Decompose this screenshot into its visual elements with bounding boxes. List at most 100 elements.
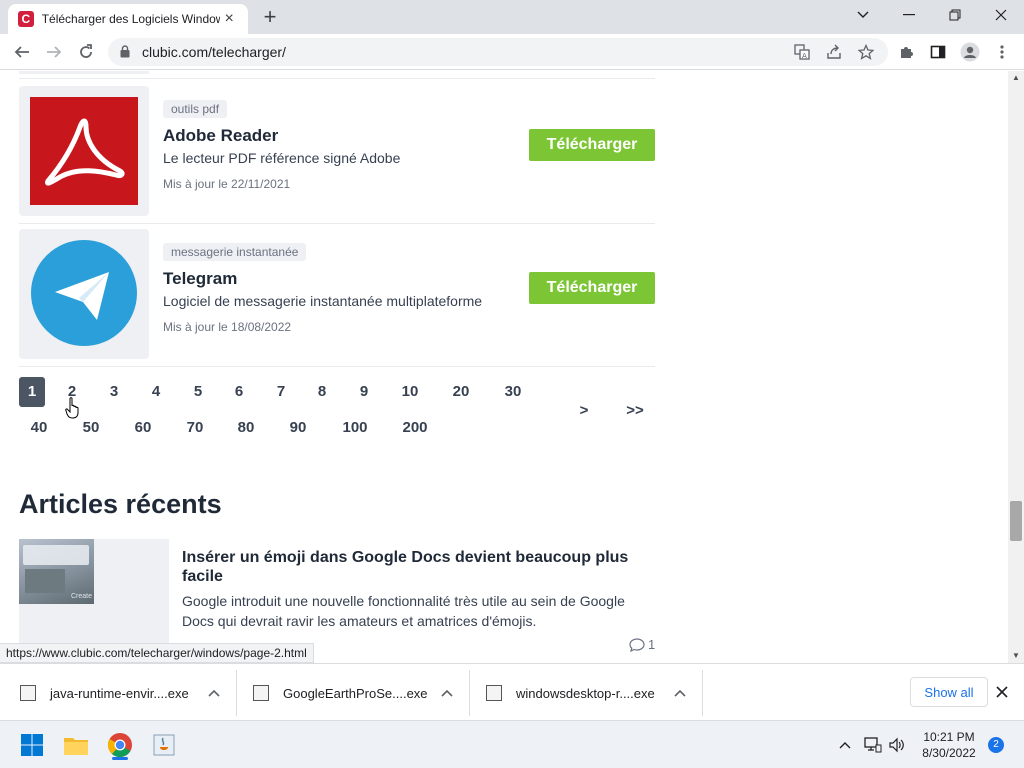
file-icon bbox=[253, 685, 269, 701]
software-name[interactable]: Telegram bbox=[163, 269, 237, 289]
profile-avatar-icon[interactable] bbox=[960, 42, 980, 62]
page-link-70[interactable]: 70 bbox=[182, 413, 208, 443]
software-name[interactable]: Adobe Reader bbox=[163, 126, 278, 146]
show-all-downloads-button[interactable]: Show all bbox=[910, 677, 988, 707]
side-panel-icon[interactable] bbox=[928, 42, 948, 62]
windows-taskbar: 10:21 PM 8/30/2022 2 bbox=[0, 720, 1024, 768]
software-description: Logiciel de messagerie instantanée multi… bbox=[163, 293, 483, 309]
category-tag[interactable]: messagerie instantanée bbox=[163, 243, 307, 261]
page-link-10[interactable]: 10 bbox=[397, 377, 423, 407]
scroll-down-arrow-icon[interactable]: ▼ bbox=[1008, 649, 1024, 663]
bookmark-star-icon[interactable] bbox=[856, 42, 876, 62]
chrome-icon[interactable] bbox=[106, 731, 134, 760]
article-image[interactable]: Create bbox=[19, 539, 94, 604]
status-bar-url: https://www.clubic.com/telecharger/windo… bbox=[0, 643, 314, 663]
article-excerpt: Google introduit une nouvelle fonctionna… bbox=[182, 593, 625, 629]
page-link-80[interactable]: 80 bbox=[233, 413, 259, 443]
page-link-1[interactable]: 1 bbox=[19, 377, 45, 407]
chevron-up-icon[interactable] bbox=[674, 686, 686, 700]
chevron-up-icon[interactable] bbox=[441, 686, 453, 700]
page-scrollbar[interactable]: ▲ ▼ bbox=[1008, 71, 1024, 663]
page-link-50[interactable]: 50 bbox=[78, 413, 104, 443]
updated-date: Mis à jour le 18/08/2022 bbox=[163, 320, 292, 334]
volume-icon[interactable] bbox=[886, 731, 908, 759]
download-button[interactable]: Télécharger bbox=[529, 272, 655, 304]
chevron-up-icon[interactable] bbox=[208, 686, 220, 700]
minimize-button[interactable] bbox=[886, 0, 932, 30]
page-link-20[interactable]: 20 bbox=[448, 377, 474, 407]
back-button[interactable] bbox=[8, 38, 36, 66]
comment-count[interactable]: 1 bbox=[629, 637, 655, 652]
software-thumbnail[interactable] bbox=[19, 229, 149, 359]
download-filename: GoogleEarthProSe....exe bbox=[283, 685, 428, 701]
download-filename: java-runtime-envir....exe bbox=[50, 685, 189, 701]
network-icon[interactable] bbox=[862, 731, 884, 759]
page-link-30[interactable]: 30 bbox=[500, 377, 526, 407]
new-tab-button[interactable]: + bbox=[258, 6, 282, 30]
article-title[interactable]: Insérer un émoji dans Google Docs devien… bbox=[182, 548, 658, 586]
browser-tab[interactable]: C Télécharger des Logiciels Windows × bbox=[8, 4, 248, 34]
page-link-100[interactable]: 100 bbox=[337, 413, 373, 443]
windows-start-icon[interactable] bbox=[18, 731, 46, 759]
updated-date: Mis à jour le 22/11/2021 bbox=[163, 177, 291, 191]
scrollbar-thumb[interactable] bbox=[1010, 501, 1022, 541]
page-link-7[interactable]: 7 bbox=[270, 377, 292, 407]
restore-button[interactable] bbox=[932, 0, 978, 30]
share-icon[interactable] bbox=[824, 42, 844, 62]
scroll-up-arrow-icon[interactable]: ▲ bbox=[1008, 71, 1024, 85]
download-item[interactable]: windowsdesktop-r....exe bbox=[470, 670, 703, 716]
page-link-90[interactable]: 90 bbox=[285, 413, 311, 443]
tab-title: Télécharger des Logiciels Windows bbox=[41, 12, 221, 26]
file-explorer-icon[interactable] bbox=[62, 731, 90, 759]
svg-text:A: A bbox=[802, 52, 807, 60]
download-item[interactable]: java-runtime-envir....exe bbox=[0, 670, 237, 716]
last-page-link[interactable]: >> bbox=[622, 396, 648, 426]
clubic-favicon-icon: C bbox=[18, 11, 34, 27]
page-link-8[interactable]: 8 bbox=[311, 377, 333, 407]
tab-close-icon[interactable]: × bbox=[220, 10, 238, 28]
software-thumbnail[interactable] bbox=[19, 86, 149, 216]
page-link-200[interactable]: 200 bbox=[397, 413, 433, 443]
hand-cursor-icon bbox=[65, 397, 79, 419]
translate-icon[interactable]: A bbox=[792, 42, 812, 62]
screenshot-window bbox=[23, 545, 89, 565]
download-button[interactable]: Télécharger bbox=[529, 129, 655, 161]
category-tag[interactable]: outils pdf bbox=[163, 100, 228, 118]
next-page-link[interactable]: > bbox=[576, 396, 592, 426]
clock-date: 8/30/2022 bbox=[922, 746, 976, 760]
telegram-logo-icon bbox=[31, 240, 137, 346]
tab-search-icon[interactable] bbox=[840, 0, 886, 30]
browser-toolbar: clubic.com/telecharger/ A bbox=[0, 34, 1024, 70]
page-link-9[interactable]: 9 bbox=[353, 377, 375, 407]
close-downloads-icon[interactable] bbox=[996, 683, 1008, 703]
address-bar[interactable]: clubic.com/telecharger/ A bbox=[108, 38, 888, 66]
menu-kebab-icon[interactable] bbox=[992, 42, 1012, 62]
pagination: 1 2 3 4 5 6 7 8 9 10 20 30 > >> 40 50 60… bbox=[19, 375, 659, 455]
page-link-60[interactable]: 60 bbox=[130, 413, 156, 443]
software-item-adobe-reader: outils pdf Adobe Reader Le lecteur PDF r… bbox=[19, 80, 655, 224]
previous-item-thumb bbox=[19, 71, 149, 74]
download-item[interactable]: GoogleEarthProSe....exe bbox=[237, 670, 470, 716]
file-icon bbox=[20, 685, 36, 701]
reload-button[interactable] bbox=[72, 38, 100, 66]
system-clock[interactable]: 10:21 PM 8/30/2022 bbox=[914, 729, 984, 761]
download-filename: windowsdesktop-r....exe bbox=[516, 685, 655, 701]
page-link-6[interactable]: 6 bbox=[228, 377, 250, 407]
notification-badge[interactable]: 2 bbox=[988, 737, 1004, 753]
software-item-telegram: messagerie instantanée Telegram Logiciel… bbox=[19, 223, 655, 367]
url-text: clubic.com/telecharger/ bbox=[142, 44, 286, 60]
show-hidden-icons-chevron-icon[interactable] bbox=[834, 731, 856, 759]
lock-icon[interactable] bbox=[120, 45, 130, 63]
page-link-5[interactable]: 5 bbox=[187, 377, 209, 407]
page-link-3[interactable]: 3 bbox=[103, 377, 125, 407]
extensions-puzzle-icon[interactable] bbox=[896, 42, 916, 62]
image-caption: Create bbox=[71, 593, 93, 600]
previous-item-edge bbox=[19, 71, 655, 79]
java-installer-icon[interactable] bbox=[150, 731, 178, 759]
page-viewport: outils pdf Adobe Reader Le lecteur PDF r… bbox=[0, 71, 1008, 663]
page-link-40[interactable]: 40 bbox=[26, 413, 52, 443]
close-window-button[interactable] bbox=[978, 0, 1024, 30]
forward-button[interactable] bbox=[40, 38, 68, 66]
page-link-4[interactable]: 4 bbox=[145, 377, 167, 407]
active-app-indicator bbox=[112, 757, 128, 760]
